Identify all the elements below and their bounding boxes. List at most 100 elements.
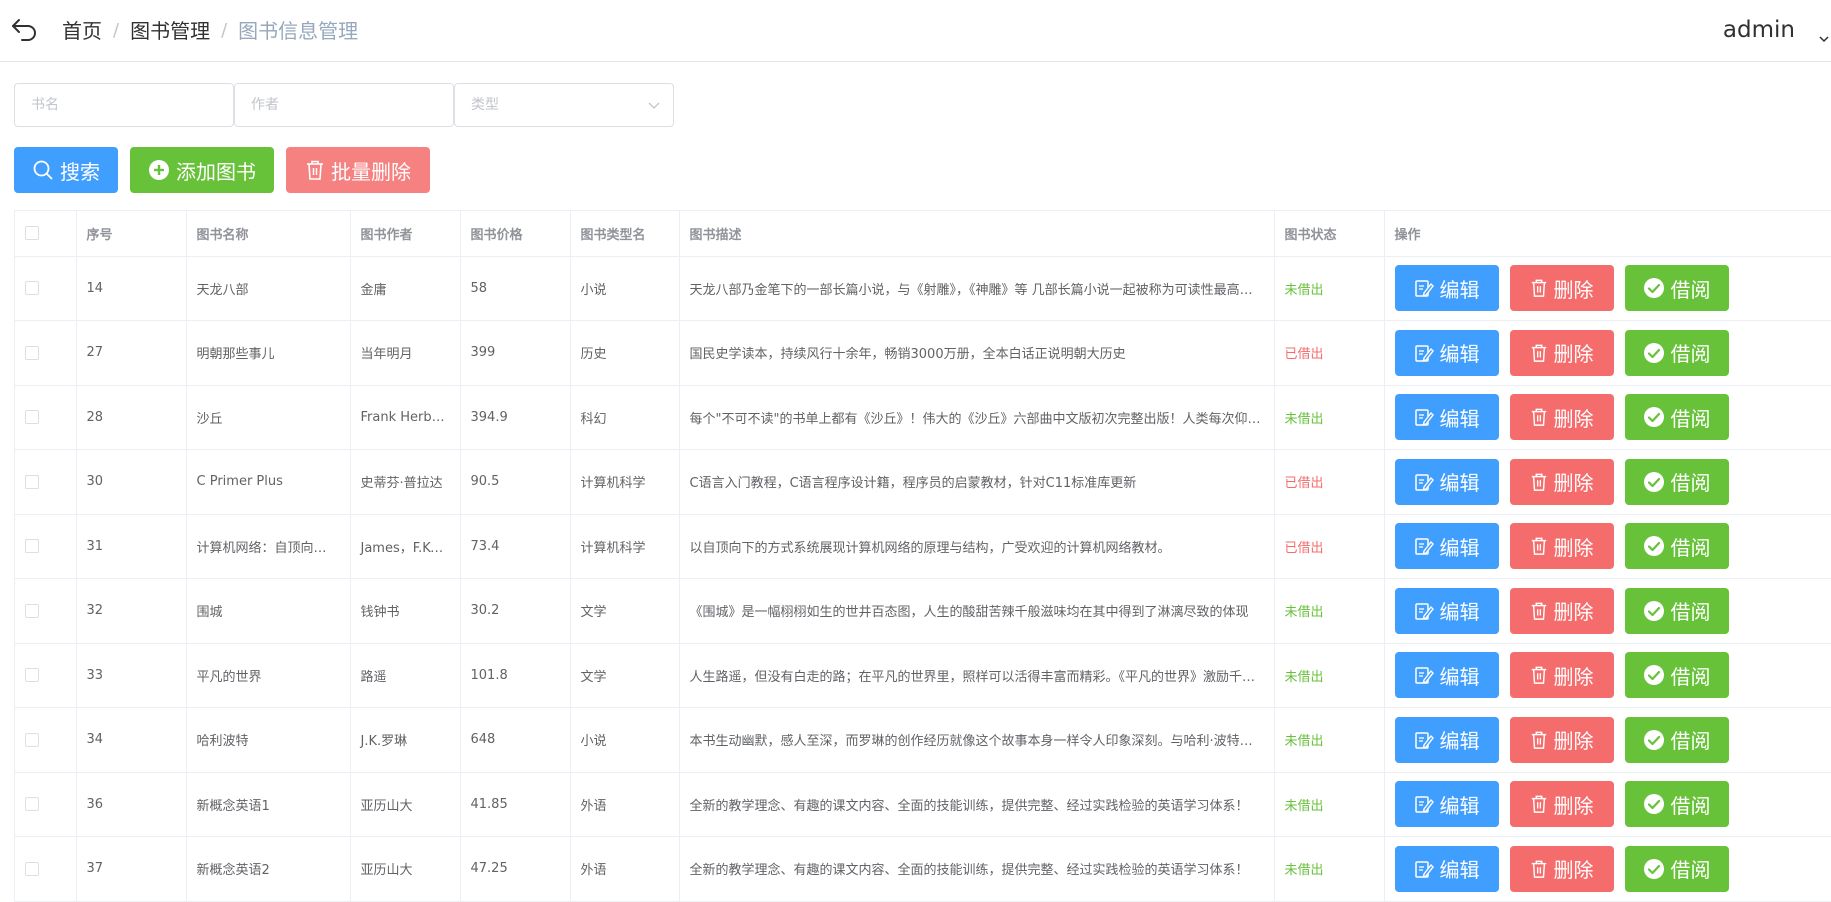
- cell-price: 399: [460, 320, 571, 386]
- row-checkbox[interactable]: [25, 668, 39, 683]
- breadcrumb-home[interactable]: 首页: [62, 17, 102, 45]
- trash-icon: [307, 160, 323, 180]
- edit-button-label: 编辑: [1439, 664, 1480, 689]
- edit-icon: [1414, 280, 1434, 297]
- column-header: 图书作者: [350, 211, 461, 257]
- row-checkbox[interactable]: [25, 732, 39, 747]
- row-checkbox[interactable]: [25, 410, 39, 425]
- delete-button[interactable]: 删除: [1509, 394, 1614, 441]
- cell-price: 41.85: [460, 772, 571, 837]
- chevron-down-icon: [648, 102, 660, 109]
- check-circle-icon: [1643, 342, 1664, 363]
- edit-button[interactable]: 编辑: [1394, 845, 1499, 892]
- row-actions: 编辑 删除 借阅: [1394, 587, 1822, 634]
- table-row: 30 C Primer Plus 史蒂芬·普拉达 90.5 计算机科学 C语言入…: [15, 449, 1831, 515]
- cell-author: 亚历山大: [350, 772, 461, 837]
- edit-button[interactable]: 编辑: [1394, 781, 1499, 828]
- cell-author: Frank Herbert: [350, 385, 461, 450]
- table-row: 28 沙丘 Frank Herbert 394.9 科幻 每个"不可不读"的书单…: [15, 385, 1831, 450]
- row-checkbox[interactable]: [25, 861, 39, 876]
- borrow-button[interactable]: 借阅: [1624, 716, 1729, 763]
- table-body: 14 天龙八部 金庸 58 小说 天龙八部乃金笔下的一部长篇小说，与《射雕》，《…: [15, 256, 1831, 902]
- back-arrow-icon[interactable]: [10, 14, 40, 44]
- batch-delete-button[interactable]: 批量删除: [286, 147, 430, 193]
- delete-button[interactable]: 删除: [1509, 329, 1614, 376]
- delete-button[interactable]: 删除: [1509, 265, 1614, 312]
- trash-icon: [1531, 666, 1546, 685]
- cell-name: 沙丘: [186, 385, 351, 450]
- check-circle-icon: [1643, 665, 1664, 686]
- breadcrumb-current: 图书信息管理: [238, 19, 359, 43]
- check-circle-icon: [1643, 858, 1664, 879]
- cell-price: 394.9: [460, 385, 571, 450]
- row-actions: 编辑 删除 借阅: [1394, 394, 1822, 441]
- delete-button[interactable]: 删除: [1509, 652, 1614, 699]
- delete-button[interactable]: 删除: [1509, 781, 1614, 828]
- cell-type: 小说: [570, 256, 680, 321]
- edit-button[interactable]: 编辑: [1394, 394, 1499, 441]
- row-checkbox[interactable]: [25, 345, 39, 360]
- borrow-button[interactable]: 借阅: [1624, 781, 1729, 828]
- borrow-button[interactable]: 借阅: [1624, 587, 1729, 634]
- edit-button[interactable]: 编辑: [1394, 716, 1499, 763]
- borrow-button[interactable]: 借阅: [1624, 523, 1729, 570]
- cell-price: 30.2: [460, 578, 571, 644]
- cell-price: 90.5: [460, 449, 571, 515]
- row-actions: 编辑 删除 借阅: [1394, 781, 1822, 828]
- search-button[interactable]: 搜索: [14, 147, 118, 193]
- edit-button-label: 编辑: [1439, 406, 1480, 431]
- delete-button[interactable]: 删除: [1509, 587, 1614, 634]
- edit-icon: [1414, 667, 1434, 684]
- book-name-input[interactable]: [14, 83, 234, 127]
- row-actions: 编辑 删除 借阅: [1394, 523, 1822, 570]
- borrow-button[interactable]: 借阅: [1624, 265, 1729, 312]
- cell-price: 73.4: [460, 514, 571, 579]
- breadcrumb-book-management[interactable]: 图书管理: [130, 17, 210, 45]
- edit-button[interactable]: 编辑: [1394, 265, 1499, 312]
- author-input[interactable]: [234, 83, 454, 127]
- delete-button[interactable]: 删除: [1509, 845, 1614, 892]
- cell-author: James，F.Kurose: [350, 514, 461, 579]
- cell-operations: 编辑 删除 借阅: [1384, 320, 1831, 386]
- row-checkbox[interactable]: [25, 797, 39, 812]
- delete-button[interactable]: 删除: [1509, 458, 1614, 505]
- cell-id: 27: [76, 320, 187, 386]
- row-checkbox[interactable]: [25, 539, 39, 554]
- user-menu[interactable]: admin: [1723, 14, 1795, 46]
- row-select-cell: [15, 449, 77, 515]
- edit-button[interactable]: 编辑: [1394, 523, 1499, 570]
- edit-button[interactable]: 编辑: [1394, 458, 1499, 505]
- edit-button-label: 编辑: [1439, 600, 1480, 625]
- borrow-button[interactable]: 借阅: [1624, 394, 1729, 441]
- add-book-button[interactable]: 添加图书: [130, 147, 274, 193]
- cell-type: 小说: [570, 707, 680, 773]
- batch-delete-button-label: 批量删除: [331, 159, 411, 184]
- cell-price: 648: [460, 707, 571, 773]
- borrow-button[interactable]: 借阅: [1624, 845, 1729, 892]
- cell-status: 未借出: [1274, 707, 1385, 773]
- row-select-cell: [15, 772, 77, 837]
- delete-button[interactable]: 删除: [1509, 716, 1614, 763]
- row-checkbox[interactable]: [25, 603, 39, 618]
- type-select[interactable]: 类型: [454, 83, 674, 127]
- borrow-button[interactable]: 借阅: [1624, 652, 1729, 699]
- row-checkbox[interactable]: [25, 474, 39, 489]
- add-book-button-label: 添加图书: [176, 159, 256, 184]
- row-checkbox[interactable]: [25, 281, 39, 296]
- search-button-label: 搜索: [60, 159, 100, 184]
- cell-id: 34: [76, 707, 187, 773]
- cell-status: 未借出: [1274, 643, 1385, 708]
- cell-status: 已借出: [1274, 449, 1385, 515]
- edit-button[interactable]: 编辑: [1394, 329, 1499, 376]
- cell-description: 国民史学读本，持续风行十余年，畅销3000万册，全本白话正说明朝大历史: [679, 320, 1275, 386]
- borrow-button[interactable]: 借阅: [1624, 458, 1729, 505]
- edit-button[interactable]: 编辑: [1394, 587, 1499, 634]
- edit-button-label: 编辑: [1439, 858, 1480, 883]
- chevron-down-icon[interactable]: [1817, 32, 1831, 46]
- edit-button[interactable]: 编辑: [1394, 652, 1499, 699]
- borrow-button[interactable]: 借阅: [1624, 329, 1729, 376]
- table-row: 36 新概念英语1 亚历山大 41.85 外语 全新的教学理念、有趣的课文内容、…: [15, 772, 1831, 837]
- select-all-checkbox[interactable]: [25, 226, 39, 241]
- edit-button-label: 编辑: [1439, 342, 1480, 367]
- delete-button[interactable]: 删除: [1509, 523, 1614, 570]
